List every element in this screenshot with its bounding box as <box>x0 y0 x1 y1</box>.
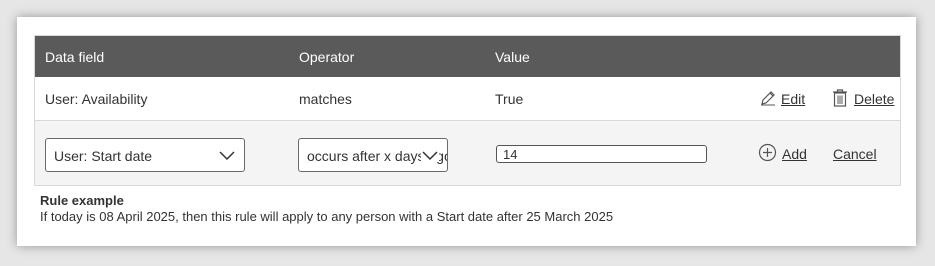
header-data-field: Data field <box>45 49 105 65</box>
rule-panel: Data field Operator Value User: Availabi… <box>17 17 916 246</box>
trash-icon[interactable] <box>832 88 848 111</box>
value-input[interactable] <box>496 145 707 163</box>
data-field-select[interactable]: User: Start date <box>45 138 245 172</box>
rule-operator: matches <box>299 91 352 107</box>
cancel-link[interactable]: Cancel <box>833 146 877 162</box>
header-value: Value <box>495 49 530 65</box>
rule-example-text: If today is 08 April 2025, then this rul… <box>40 209 614 224</box>
table-row: User: Availability matches True Edit Del… <box>35 77 900 121</box>
rule-value: True <box>495 91 524 107</box>
rule-example: Rule example If today is 08 April 2025, … <box>40 193 613 224</box>
edit-link[interactable]: Edit <box>781 91 805 107</box>
chevron-down-icon <box>218 148 236 162</box>
pencil-icon[interactable] <box>759 89 777 110</box>
chevron-down-icon <box>421 148 439 162</box>
new-rule-row: User: Start date occurs after x days ago… <box>35 121 900 185</box>
plus-circle-icon[interactable] <box>758 143 777 165</box>
rules-table: Data field Operator Value User: Availabi… <box>34 35 901 186</box>
data-field-select-value: User: Start date <box>54 148 153 164</box>
rule-example-title: Rule example <box>40 193 124 208</box>
add-link[interactable]: Add <box>782 146 807 162</box>
header-operator: Operator <box>299 49 355 65</box>
table-header: Data field Operator Value <box>35 36 900 77</box>
operator-select[interactable]: occurs after x days ago <box>298 138 448 172</box>
rule-data-field: User: Availability <box>45 91 148 107</box>
delete-link[interactable]: Delete <box>854 91 894 107</box>
